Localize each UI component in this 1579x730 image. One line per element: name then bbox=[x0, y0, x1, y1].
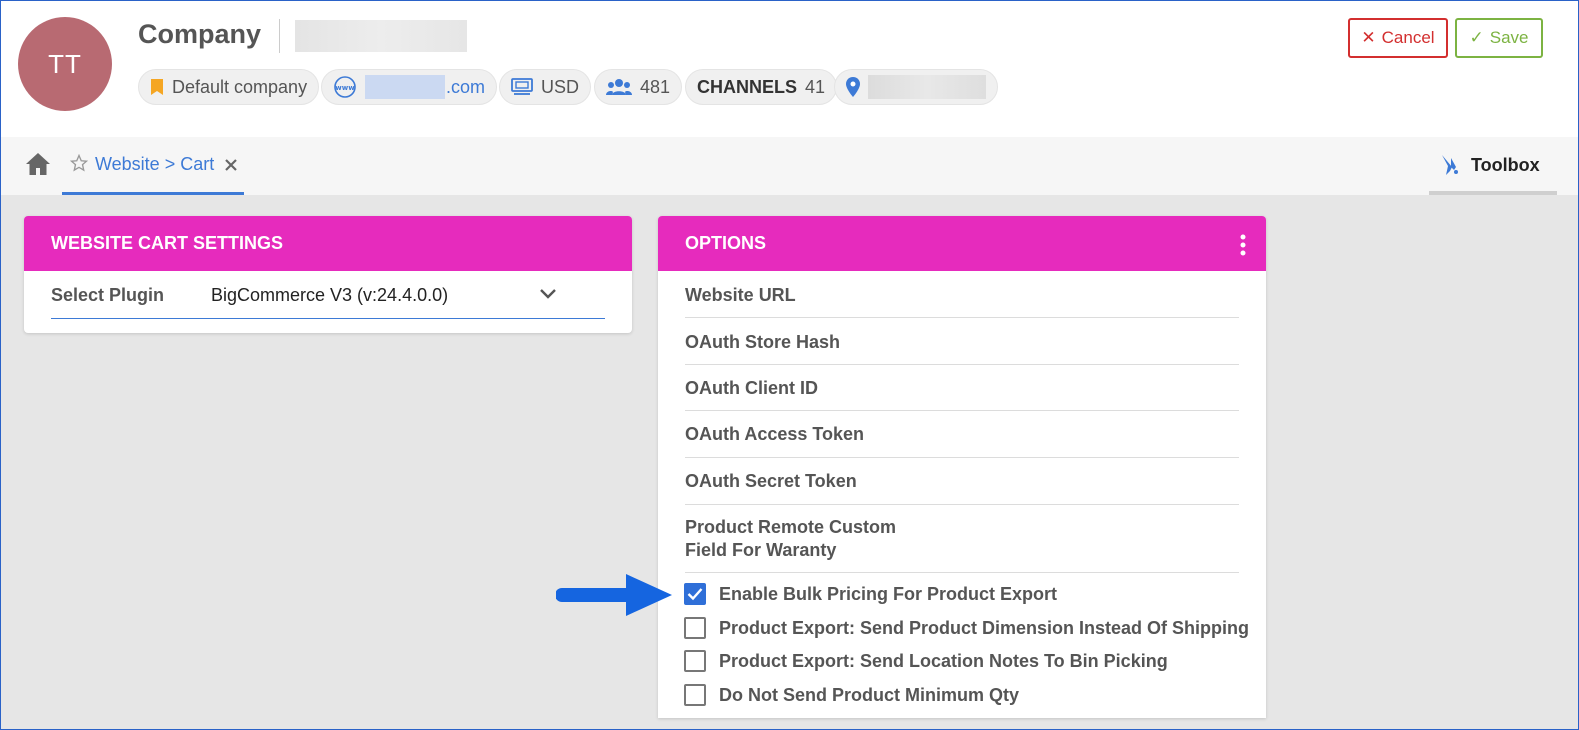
chevron-down-icon[interactable] bbox=[539, 287, 557, 305]
website-tld[interactable]: .com bbox=[446, 77, 485, 98]
checkbox-enable-bulk-pricing[interactable]: Enable Bulk Pricing For Product Export bbox=[684, 581, 1057, 607]
oauth-store-hash-field[interactable]: OAuth Store Hash bbox=[685, 318, 1239, 365]
channels-chip[interactable]: CHANNELS 41 bbox=[685, 69, 838, 105]
cancel-label: Cancel bbox=[1381, 28, 1435, 47]
title-divider bbox=[279, 19, 280, 53]
currency-chip: USD bbox=[499, 69, 592, 105]
tab-bar: Website > Cart Toolbox bbox=[1, 137, 1578, 195]
select-plugin-dropdown[interactable]: Select Plugin BigCommerce V3 (v:24.4.0.0… bbox=[51, 271, 605, 319]
bookmark-icon bbox=[150, 78, 164, 96]
save-button[interactable]: ✓ Save bbox=[1455, 18, 1543, 58]
location-pin-icon bbox=[846, 77, 860, 97]
toolbox-label: Toolbox bbox=[1471, 155, 1540, 175]
tab-label[interactable]: Website > Cart bbox=[95, 154, 214, 175]
toolbox-tab[interactable]: Toolbox bbox=[1429, 137, 1557, 195]
checkbox-checked[interactable] bbox=[684, 583, 706, 605]
oauth-client-id-label: OAuth Client ID bbox=[685, 378, 818, 398]
tab-website-cart[interactable]: Website > Cart bbox=[62, 137, 244, 195]
check-icon: ✓ bbox=[1469, 28, 1484, 47]
redacted-domain bbox=[365, 75, 445, 99]
www-icon: www bbox=[333, 75, 357, 99]
checkbox-send-location-notes[interactable]: Product Export: Send Location Notes To B… bbox=[684, 648, 1168, 674]
website-cart-settings-card: WEBSITE CART SETTINGS Select Plugin BigC… bbox=[24, 216, 632, 333]
location-chip bbox=[834, 69, 998, 105]
checkbox-label: Do Not Send Product Minimum Qty bbox=[719, 684, 1019, 705]
redacted-company-name bbox=[295, 20, 467, 52]
options-card-title: OPTIONS bbox=[685, 233, 767, 253]
default-company-chip: Default company bbox=[138, 69, 320, 105]
oauth-access-token-field[interactable]: OAuth Access Token bbox=[685, 411, 1239, 458]
cancel-button[interactable]: ✕ Cancel bbox=[1348, 18, 1448, 58]
channels-count: 41 bbox=[805, 76, 826, 97]
checkbox-unchecked[interactable] bbox=[684, 617, 706, 639]
oauth-client-id-field[interactable]: OAuth Client ID bbox=[685, 365, 1239, 411]
users-icon bbox=[606, 78, 632, 96]
currency-value: USD bbox=[541, 76, 580, 97]
checkbox-label: Enable Bulk Pricing For Product Export bbox=[719, 583, 1058, 604]
cash-register-icon bbox=[511, 77, 533, 97]
custom-field-label-line1: Product Remote Custom bbox=[685, 517, 897, 537]
more-vert-icon[interactable] bbox=[1240, 234, 1246, 261]
star-icon[interactable] bbox=[69, 153, 89, 177]
close-tab-icon[interactable] bbox=[224, 158, 238, 177]
users-count: 481 bbox=[640, 76, 671, 97]
website-url-label: Website URL bbox=[685, 285, 796, 305]
custom-field-label-line2: Field For Waranty bbox=[685, 540, 837, 560]
toolbox-icon bbox=[1439, 153, 1461, 182]
users-chip: 481 bbox=[594, 69, 683, 105]
default-company-label: Default company bbox=[172, 76, 308, 97]
checkbox-no-min-qty[interactable]: Do Not Send Product Minimum Qty bbox=[684, 682, 1019, 708]
company-header: TT Company Default company www .com USD … bbox=[1, 1, 1578, 137]
checkbox-unchecked[interactable] bbox=[684, 684, 706, 706]
avatar: TT bbox=[18, 17, 112, 111]
options-card-header: OPTIONS bbox=[658, 216, 1266, 271]
checkbox-label: Product Export: Send Location Notes To B… bbox=[719, 650, 1168, 671]
page-title: Company bbox=[138, 19, 262, 49]
product-remote-custom-field[interactable]: Product Remote Custom Field For Waranty bbox=[685, 505, 1239, 573]
checkbox-label: Product Export: Send Product Dimension I… bbox=[719, 617, 1250, 638]
redacted-location bbox=[868, 75, 986, 99]
checkbox-unchecked[interactable] bbox=[684, 650, 706, 672]
select-plugin-value[interactable]: BigCommerce V3 (v:24.4.0.0) bbox=[211, 285, 448, 306]
oauth-secret-token-field[interactable]: OAuth Secret Token bbox=[685, 458, 1239, 505]
oauth-store-hash-label: OAuth Store Hash bbox=[685, 332, 841, 352]
oauth-secret-token-label: OAuth Secret Token bbox=[685, 471, 857, 491]
website-chip[interactable]: www .com bbox=[321, 69, 498, 105]
annotation-arrow-icon bbox=[556, 574, 672, 616]
close-icon: ✕ bbox=[1361, 28, 1376, 47]
svg-text:www: www bbox=[335, 84, 355, 92]
oauth-access-token-label: OAuth Access Token bbox=[685, 424, 865, 444]
save-label: Save bbox=[1489, 28, 1529, 47]
channels-label: CHANNELS bbox=[697, 76, 798, 97]
settings-card-title: WEBSITE CART SETTINGS bbox=[24, 216, 632, 271]
home-icon[interactable] bbox=[25, 152, 51, 181]
select-plugin-label: Select Plugin bbox=[51, 285, 165, 305]
checkbox-send-product-dimension[interactable]: Product Export: Send Product Dimension I… bbox=[684, 615, 1249, 641]
options-card: OPTIONS Website URL OAuth Store Hash OAu… bbox=[658, 216, 1266, 718]
website-url-field[interactable]: Website URL bbox=[685, 271, 1239, 318]
